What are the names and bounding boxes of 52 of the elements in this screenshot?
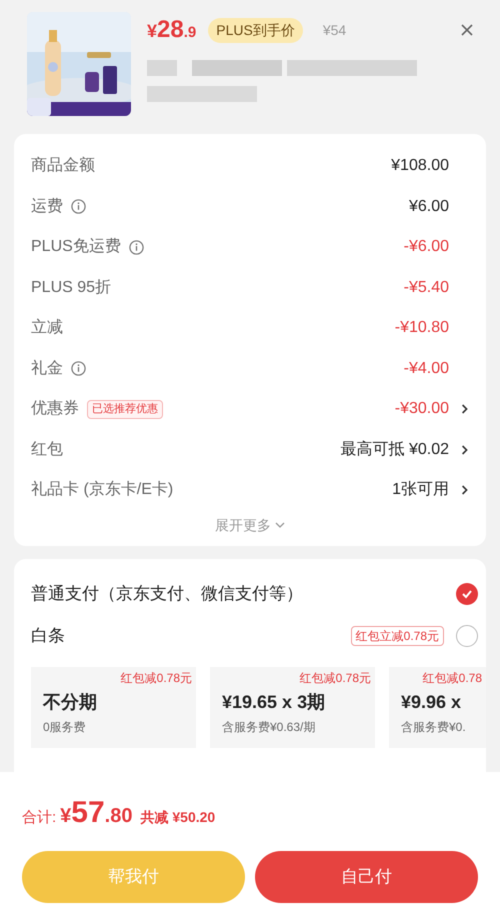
fee-value: 1张可用 <box>392 480 449 500</box>
fee-value: -¥30.00 <box>394 399 449 420</box>
installment-card[interactable]: 红包减0.78元 不分期 0服务费 <box>31 666 196 748</box>
fee-label: 红包 <box>31 440 63 460</box>
pay-button[interactable]: 自己付 <box>255 851 478 903</box>
total-price: ¥57.80 <box>60 795 132 831</box>
coupon-label: 红包减0.78元 <box>300 670 371 686</box>
info-icon[interactable] <box>128 240 144 255</box>
service-fee: 含服务费¥0.63/期 <box>222 718 316 736</box>
fee-label: PLUS 95折 <box>31 278 112 298</box>
fee-value: 最高可抵 ¥0.02 <box>340 440 449 460</box>
recommended-tag: 已选推荐优惠 <box>87 400 163 418</box>
fee-label: 礼金 <box>31 358 63 379</box>
fee-label: 立减 <box>31 318 63 338</box>
fee-label: 商品金额 <box>31 156 95 176</box>
fee-value: ¥6.00 <box>408 196 449 217</box>
radio-button[interactable] <box>456 582 478 604</box>
fee-value: -¥4.00 <box>404 358 449 379</box>
check-icon <box>461 588 473 600</box>
total-label: 合计: <box>22 808 56 828</box>
coupon-tag: 红包立减0.78元 <box>350 626 444 646</box>
radio-button[interactable] <box>456 624 478 646</box>
original-price: ¥54 <box>322 20 346 40</box>
chevron-down-icon <box>275 522 285 528</box>
installment-title: ¥9.96 x <box>401 690 462 714</box>
coupon-label: 红包减0.78 <box>422 670 482 686</box>
fee-value: -¥10.80 <box>394 318 449 338</box>
installment-card[interactable]: 红包减0.78 ¥9.96 x 含服务费¥0. <box>389 666 486 748</box>
payment-option-label: 白条 <box>31 624 65 647</box>
payment-option-label: 普通支付（京东支付、微信支付等） <box>31 582 303 605</box>
fee-label: 礼品卡 (京东卡/E卡) <box>31 480 174 500</box>
info-icon[interactable] <box>71 199 86 214</box>
fee-value: ¥108.00 <box>391 156 449 176</box>
fee-label: PLUS免运费 <box>31 236 121 258</box>
close-icon[interactable] <box>461 24 473 36</box>
fee-value: -¥6.00 <box>404 237 449 258</box>
service-fee: 含服务费¥0. <box>401 718 467 736</box>
chevron-right-icon <box>461 444 469 456</box>
fee-label: 优惠券 <box>31 398 79 420</box>
plus-price-badge: PLUS到手价 <box>208 18 303 42</box>
coupon-label: 红包减0.78元 <box>120 670 192 686</box>
installment-title: 不分期 <box>43 690 98 714</box>
info-icon[interactable] <box>71 361 86 376</box>
chevron-right-icon <box>461 403 469 416</box>
chevron-right-icon <box>461 484 469 496</box>
total-savings: 共减 ¥50.20 <box>140 808 216 827</box>
fee-value: -¥5.40 <box>404 278 449 298</box>
fee-label: 运费 <box>31 196 63 217</box>
price: ¥28.9 <box>147 15 196 45</box>
installment-card[interactable]: 红包减0.78元 ¥19.65 x 3期 含服务费¥0.63/期 <box>210 666 375 748</box>
service-fee: 0服务费 <box>43 718 87 736</box>
installment-title: ¥19.65 x 3期 <box>222 690 326 714</box>
